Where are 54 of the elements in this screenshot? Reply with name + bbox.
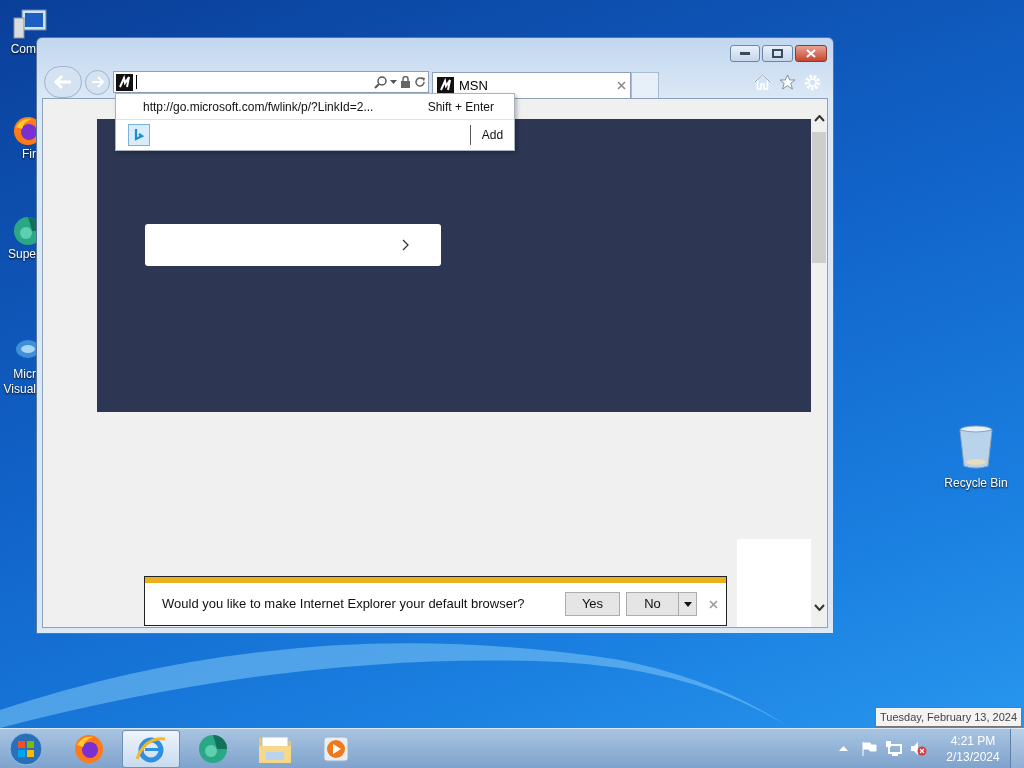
minimize-icon — [740, 51, 750, 56]
taskbar-button[interactable] — [122, 729, 180, 768]
desktop-icon-label[interactable]: Recycle Bin — [944, 474, 1008, 492]
search-icon — [374, 75, 387, 89]
notification-yes-button[interactable]: Yes — [565, 592, 620, 616]
desktop-icon-label[interactable]: Com — [10, 42, 36, 57]
scrollbar-thumb[interactable] — [812, 132, 826, 263]
star-icon[interactable] — [779, 74, 796, 90]
desktop-icon-label[interactable]: Fir — [22, 147, 36, 162]
back-button[interactable] — [44, 66, 82, 98]
minimize-button[interactable] — [730, 45, 760, 62]
bing-logo-icon[interactable] — [128, 124, 150, 146]
suggestion-url: http://go.microsoft.com/fwlink/p/?LinkId=2... — [143, 98, 375, 116]
date-tooltip: Tuesday, February 13, 2024 — [875, 707, 1022, 727]
address-field[interactable] — [113, 71, 429, 93]
close-button[interactable] — [795, 45, 827, 62]
caret-icon — [683, 601, 692, 607]
notification-no-button[interactable]: No — [626, 592, 679, 616]
desktop-icon-label[interactable]: Visual — [3, 382, 36, 397]
forward-arrow-icon — [90, 76, 105, 88]
muted-speaker-icon[interactable] — [910, 741, 927, 756]
dropdown-button[interactable] — [679, 592, 697, 616]
trash-can-icon — [956, 424, 996, 470]
close-icon — [806, 49, 816, 58]
close-icon[interactable] — [709, 599, 718, 609]
browser-tab[interactable]: MSN — [432, 72, 631, 98]
show-desktop-button[interactable] — [1010, 728, 1024, 768]
restore-icon — [772, 49, 783, 58]
notification-message: Would you like to make Internet Explorer your default browser? — [162, 595, 526, 614]
add-button[interactable]: Add — [471, 123, 514, 147]
desktop-icon-label[interactable]: Supe — [7, 247, 36, 262]
close-icon[interactable] — [617, 81, 626, 90]
dropdown-caret-icon — [390, 80, 397, 84]
play-icon — [322, 733, 352, 764]
suggestion-item[interactable]: http://go.microsoft.com/fwlink/p/?LinkId=2... Shift + Enter — [116, 94, 514, 120]
globe-icon — [197, 732, 229, 765]
windows-logo-icon — [9, 731, 43, 766]
lock-icon — [400, 76, 411, 88]
back-arrow-icon — [53, 74, 73, 90]
start-button[interactable] — [8, 730, 44, 767]
network-icon[interactable] — [886, 741, 902, 756]
chevron-right-icon — [402, 239, 409, 251]
shortcut-hint: Shift + Enter — [427, 98, 494, 116]
home-icon[interactable] — [754, 74, 771, 90]
maximize-button[interactable] — [762, 45, 793, 62]
desktop-icon-label[interactable]: Micr — [13, 367, 36, 382]
refresh-icon — [414, 76, 426, 88]
msn-logo-icon — [116, 73, 133, 91]
forward-button[interactable] — [85, 69, 110, 95]
new-tab-button[interactable] — [631, 72, 659, 98]
tab-title: MSN — [459, 76, 489, 95]
desktop-shortcut-icon — [12, 8, 48, 42]
flag-icon[interactable] — [862, 741, 877, 756]
show-hidden-icons-arrow-icon[interactable] — [839, 746, 848, 751]
